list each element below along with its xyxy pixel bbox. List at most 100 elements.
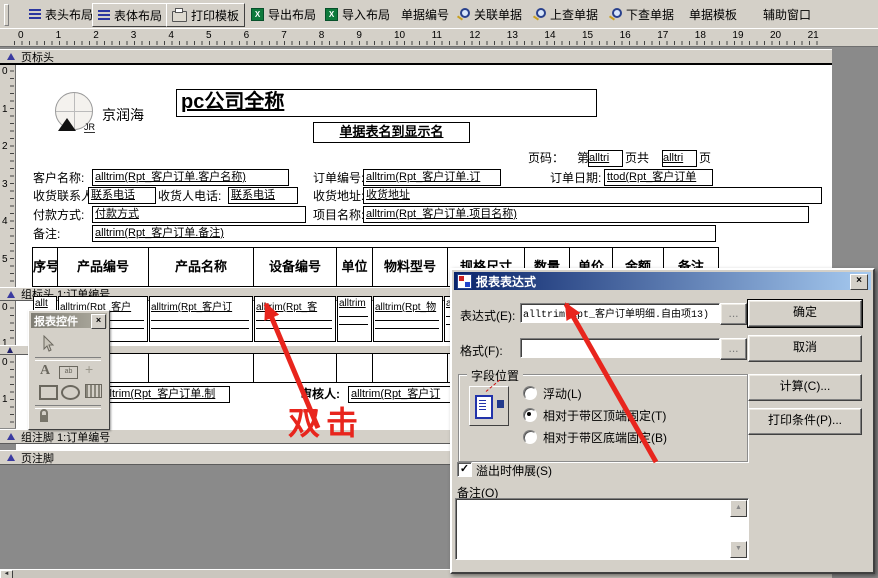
ruler-number: 6 — [244, 30, 250, 41]
ruler-number: 3 — [131, 30, 137, 41]
expression-input[interactable] — [520, 303, 720, 323]
table-header-cell[interactable]: 物料型号 — [373, 248, 448, 286]
ruler-number: 0 — [18, 30, 24, 41]
delivery-address-label: 收货地址: — [313, 189, 364, 204]
format-input[interactable] — [520, 338, 720, 358]
toolbar-button-1[interactable]: 表头布局 — [24, 3, 98, 25]
pageno-field-2[interactable]: alltri — [662, 150, 697, 167]
table-header-cell[interactable]: 产品名称 — [149, 248, 254, 286]
line-tool-icon[interactable]: + — [85, 361, 93, 377]
project-name-field[interactable]: alltrim(Rpt_客户订单.项目名称) — [363, 206, 809, 223]
detail-field-cell[interactable]: alltrim — [337, 296, 372, 342]
toolbar-button-5[interactable]: X导入布局 — [320, 3, 395, 25]
close-icon[interactable]: × — [850, 274, 868, 290]
delivery-address-field[interactable]: 收货地址 — [363, 187, 822, 204]
detail-field-cell[interactable]: alltrim(Rpt_客户订 — [149, 296, 253, 342]
scroll-up-icon[interactable]: ▲ — [730, 500, 747, 517]
format-label: 格式(F): — [460, 342, 503, 359]
detail-field-cell[interactable]: alltrim(Rpt_物 — [373, 296, 443, 342]
ruler-number: 18 — [695, 30, 706, 41]
pageno-field-1[interactable]: alltri — [588, 150, 623, 167]
dialog-title: 报表表达式 — [476, 273, 536, 290]
consignee-phone-field[interactable]: 联系电话 — [228, 187, 298, 204]
comment-textarea[interactable]: ▲ ▼ — [455, 498, 749, 560]
ruler-number: 21 — [808, 30, 819, 41]
select-tool-icon[interactable] — [41, 335, 55, 353]
position-radio-3[interactable]: 相对于带区底端固定(B) — [523, 429, 667, 445]
ok-button[interactable]: 确定 — [748, 300, 862, 327]
print-condition-button[interactable]: 打印条件(P)... — [748, 408, 862, 435]
dialog-title-bar[interactable]: 报表表达式 × — [454, 272, 871, 290]
logo-company-name[interactable]: 京润海 — [102, 105, 144, 125]
table-header-cell[interactable]: 产品编号 — [58, 248, 149, 286]
toolbar-button-9[interactable]: 下查单据 — [604, 3, 679, 25]
cell-line — [256, 328, 332, 329]
scroll-down-icon[interactable]: ▼ — [730, 541, 747, 558]
picture-tool-icon[interactable] — [85, 384, 102, 398]
ruler-number: 7 — [281, 30, 287, 41]
format-browse-button[interactable]: ... — [720, 338, 747, 360]
field-tool-icon[interactable]: ab — [59, 366, 78, 379]
ellipse-tool-icon[interactable] — [61, 385, 80, 400]
toolbar-button-11[interactable]: 辅助窗口 — [758, 3, 816, 25]
position-radio-1[interactable]: 浮动(L) — [523, 385, 667, 401]
ruler-number: 3 — [2, 179, 8, 190]
order-no-field[interactable]: alltrim(Rpt_客户订单.订 — [363, 169, 501, 186]
detail-field-cell[interactable]: alltrim(Rpt_客 — [254, 296, 336, 342]
toolbar-button-6[interactable]: 单据编号 — [396, 3, 454, 25]
cell-line — [256, 320, 332, 321]
radio-button-icon[interactable] — [523, 386, 537, 400]
ruler-number: 5 — [2, 254, 8, 265]
position-radio-group: 浮动(L) 相对于带区顶端固定(T) 相对于带区底端固定(B) — [523, 385, 667, 451]
report-expression-icon — [457, 274, 472, 289]
maker-field[interactable]: alltrim(Rpt_客户订单.制 — [98, 386, 230, 403]
remark-field[interactable]: alltrim(Rpt_客户订单.备注) — [92, 225, 716, 242]
ruler-number: 8 — [319, 30, 325, 41]
table-header-cell[interactable]: 设备编号 — [254, 248, 337, 286]
customer-name-field[interactable]: alltrim(Rpt_客户订单.客户名称) — [92, 169, 289, 186]
position-radio-2[interactable]: 相对于带区顶端固定(T) — [523, 407, 667, 423]
palette-title-bar[interactable]: 报表控件 × — [31, 313, 107, 328]
toolbar-button-10[interactable]: 单据模板 — [684, 3, 742, 25]
main-toolbar: 表头布局表体布局打印模板X导出布局X导入布局单据编号 关联单据上查单据下查单据单据… — [0, 0, 878, 29]
report-expression-dialog: 报表表达式 × 表达式(E): ... 确定 格式(F): ... 取消 字段位… — [450, 268, 875, 574]
band-bar-page-header[interactable]: 页标头 — [0, 49, 832, 65]
consignee-field[interactable]: 联系电话 — [88, 187, 156, 204]
ruler-number: 14 — [544, 30, 555, 41]
toolbar-button-3[interactable]: 打印模板 — [166, 3, 245, 27]
doc-title-field[interactable]: 单据表名到显示名 — [313, 122, 470, 143]
expression-browse-button[interactable]: ... — [720, 303, 747, 325]
radio-button-icon[interactable] — [523, 408, 537, 422]
toolbar-button-4[interactable]: X导出布局 — [246, 3, 321, 25]
toolbar-grip[interactable] — [4, 4, 9, 26]
payment-method-field[interactable]: 付款方式 — [92, 206, 306, 223]
toolbar-button-2[interactable]: 表体布局 — [92, 3, 168, 27]
company-title-field[interactable]: pc公司全称 — [176, 89, 597, 117]
field-position-group: 字段位置 浮动(L)相对于带区顶端固定(T)相对于带区底端固定(B) — [458, 374, 748, 462]
payment-method-label: 付款方式: — [33, 208, 84, 223]
close-icon[interactable]: × — [91, 314, 106, 329]
label-tool-icon[interactable]: A — [40, 363, 50, 379]
stretch-checkbox[interactable]: ✓ — [457, 462, 472, 477]
toolbar-button-8[interactable]: 上查单据 — [528, 3, 603, 25]
list-icon — [98, 10, 110, 20]
toolbar-button-label: 单据编号 — [401, 6, 449, 23]
rectangle-tool-icon[interactable] — [39, 385, 58, 400]
field-position-legend: 字段位置 — [467, 367, 523, 384]
ruler-ticks — [14, 41, 820, 45]
calculate-button[interactable]: 计算(C)... — [748, 374, 862, 401]
toolbar-button-label: 关联单据 — [474, 6, 522, 23]
order-date-field[interactable]: ttod(Rpt_客户订单 — [604, 169, 713, 186]
vertical-ruler-detail: 01 — [0, 354, 16, 428]
lock-tool-icon[interactable] — [38, 409, 50, 429]
radio-label: 浮动(L) — [543, 385, 582, 402]
table-header-cell[interactable]: 序号 — [33, 248, 58, 286]
cancel-button[interactable]: 取消 — [748, 335, 862, 362]
table-header-cell[interactable]: 单位 — [337, 248, 373, 286]
list-icon — [29, 9, 41, 19]
auditor-field[interactable]: alltrim(Rpt_客户订 — [348, 386, 461, 403]
radio-button-icon[interactable] — [523, 430, 537, 444]
scroll-left-button[interactable]: ◄ — [0, 570, 13, 578]
consignee-label: 收货联系人 — [33, 189, 93, 204]
toolbar-button-7[interactable]: 关联单据 — [452, 3, 527, 25]
